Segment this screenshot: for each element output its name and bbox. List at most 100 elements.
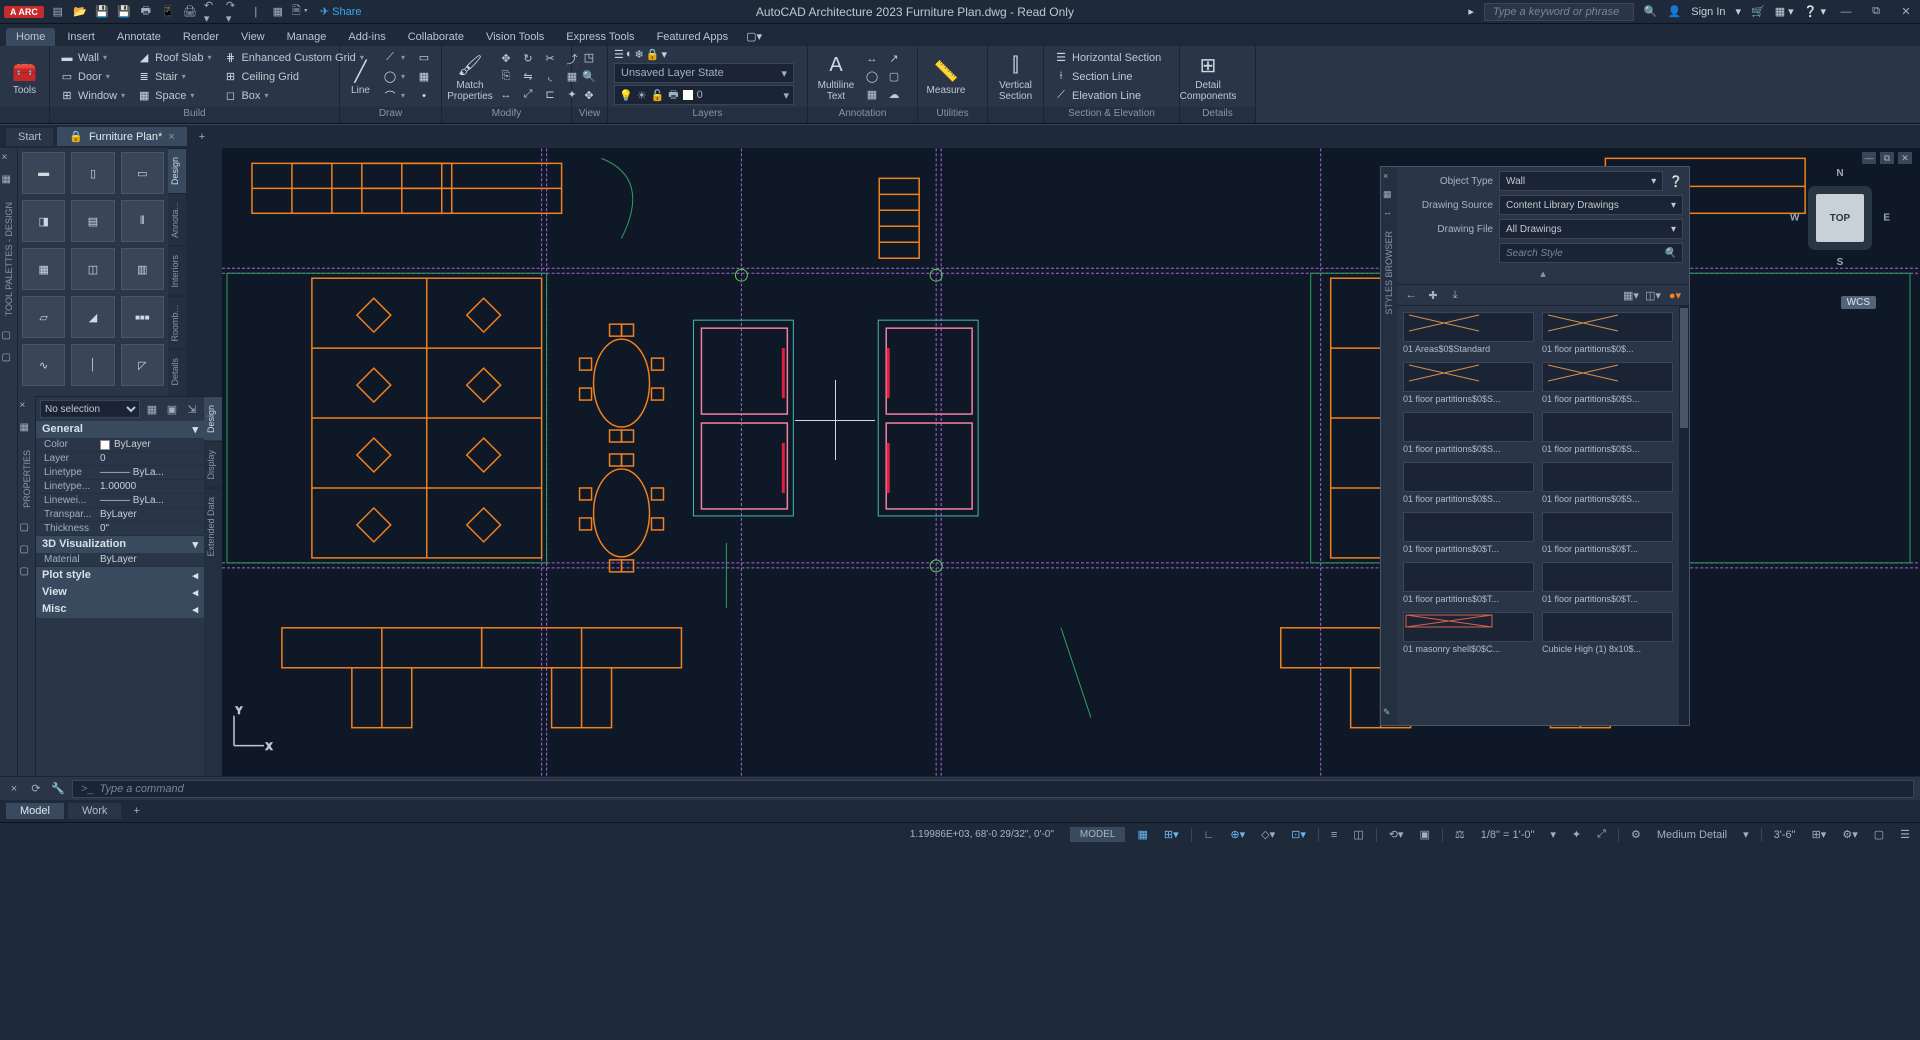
sb-arrow-icon[interactable]: ↔ — [1383, 207, 1395, 219]
sb-eyedrop-icon[interactable]: ✎ — [1383, 707, 1395, 719]
sb-grid-icon[interactable]: ▦▾ — [1623, 287, 1639, 303]
annovis-toggle[interactable]: ✦ — [1568, 826, 1585, 844]
table-button[interactable]: ▦ — [862, 87, 882, 103]
3dosnap-toggle[interactable]: ▣ — [1415, 826, 1433, 844]
scale-dd[interactable]: ▾ — [1546, 826, 1560, 844]
door-button[interactable]: ▭Door▾ — [56, 68, 129, 86]
drawing-canvas[interactable]: Y X × ▦ ↔ STYLES BROWSER ✎ Object Type — [222, 148, 1920, 776]
search-icon[interactable]: 🔍 — [1644, 5, 1658, 18]
sb-pin-icon[interactable]: ▦ — [1383, 189, 1395, 201]
plot-icon[interactable]: 🖶 — [138, 4, 154, 20]
pickadd-icon[interactable]: ⇲ — [184, 401, 200, 417]
props-tab-extdata[interactable]: Extended Data — [204, 488, 222, 565]
tab-insert[interactable]: Insert — [57, 28, 105, 46]
sb-scrollbar[interactable] — [1679, 306, 1689, 725]
props-icon-1[interactable]: ▢ — [20, 522, 34, 536]
prop-row[interactable]: Linewei...——— ByLa... — [36, 494, 204, 508]
help-icon[interactable]: ❔ ▾ — [1804, 5, 1826, 18]
new-icon[interactable]: ▤ — [50, 4, 66, 20]
detail-level[interactable]: Medium Detail — [1653, 826, 1731, 844]
roofslab-button[interactable]: ◢Roof Slab▾ — [133, 49, 215, 67]
offset-button[interactable]: ⊏ — [540, 87, 560, 103]
transparency-toggle[interactable]: ◫ — [1349, 826, 1367, 844]
quick-select-icon[interactable]: ▦ — [144, 401, 160, 417]
lineweight-toggle[interactable]: ≡ — [1327, 826, 1341, 844]
prop-row[interactable]: Layer0 — [36, 452, 204, 466]
layout-work[interactable]: Work — [68, 803, 121, 819]
cmd-history-icon[interactable]: ⟳ — [28, 781, 44, 797]
workspace-switch[interactable]: ⚙▾ — [1838, 826, 1861, 844]
palette-door2[interactable]: ◫ — [71, 248, 114, 290]
group-layers[interactable]: Layers — [608, 107, 807, 123]
tab-view[interactable]: View — [231, 28, 275, 46]
open-icon[interactable]: 📂 — [72, 4, 88, 20]
props-view[interactable]: View◂ — [36, 584, 204, 601]
palette-icon-2[interactable]: ▢ — [2, 352, 16, 366]
rect-button[interactable]: ▭ — [413, 49, 435, 67]
palette-window[interactable]: ▭ — [121, 152, 164, 194]
select-objects-icon[interactable]: ▣ — [164, 401, 180, 417]
style-item[interactable]: 01 floor partitions$0$T... — [1403, 512, 1534, 554]
prop-row[interactable]: Linetype...1.00000 — [36, 480, 204, 494]
tab-addins[interactable]: Add-ins — [338, 28, 395, 46]
polyline-button[interactable]: ⟋▾ — [379, 49, 409, 67]
palette-door[interactable]: ▯ — [71, 152, 114, 194]
sb-add-icon[interactable]: ✚ — [1425, 287, 1441, 303]
saveas-icon[interactable]: 💾 — [116, 4, 132, 20]
pal-max-icon[interactable]: ⧉ — [1880, 152, 1894, 164]
tab-home[interactable]: Home — [6, 28, 55, 46]
search-style-input[interactable]: Search Style🔍 — [1499, 243, 1683, 263]
stretch-button[interactable]: ↔ — [496, 87, 516, 103]
tab-expresstools[interactable]: Express Tools — [556, 28, 644, 46]
compass-e[interactable]: E — [1883, 213, 1890, 224]
print-icon[interactable]: 🖨 — [182, 4, 198, 20]
group-section[interactable]: Section & Elevation — [1044, 107, 1179, 123]
object-type-combo[interactable]: Wall▾ — [1499, 171, 1663, 191]
compass-s[interactable]: S — [1837, 257, 1844, 268]
leader-button[interactable]: ↗ — [884, 51, 904, 67]
compass-w[interactable]: W — [1790, 213, 1799, 224]
clean-screen[interactable]: ▢ — [1870, 826, 1888, 844]
tab-overflow-icon[interactable]: ▢▾ — [740, 27, 768, 46]
add-layout-button[interactable]: + — [125, 802, 147, 820]
fillet-button[interactable]: ◟ — [540, 69, 560, 85]
polar-toggle[interactable]: ⊕▾ — [1226, 826, 1249, 844]
compass-n[interactable]: N — [1836, 168, 1843, 179]
sheet-icon[interactable]: 🗎 ▾ — [292, 4, 308, 20]
props-tab-design[interactable]: Design — [204, 396, 222, 441]
elevationline-button[interactable]: ⟋Elevation Line — [1050, 87, 1165, 105]
maximize-icon[interactable]: ⧉ — [1866, 4, 1886, 20]
palette-icon-1[interactable]: ▢ — [2, 330, 16, 344]
style-item[interactable]: 01 floor partitions$0$... — [1542, 312, 1673, 354]
share-button[interactable]: ✈ Share — [320, 5, 362, 18]
style-item[interactable]: 01 floor partitions$0$S... — [1403, 412, 1534, 454]
ucs-button[interactable]: ◳ — [578, 49, 600, 67]
props-icon-2[interactable]: ▢ — [20, 544, 34, 558]
close-icon[interactable]: ✕ — [1896, 4, 1916, 20]
wcs-badge[interactable]: WCS — [1841, 296, 1876, 309]
layer-lock-button[interactable]: 🔒 — [646, 48, 660, 61]
props-general[interactable]: General▾ — [36, 421, 204, 438]
gear-icon[interactable]: ⚙ — [1627, 826, 1645, 844]
group-draw[interactable]: Draw — [340, 107, 441, 123]
palette-tab-roomb[interactable]: Roomb... — [168, 296, 186, 350]
help-sb-icon[interactable]: ❔ — [1669, 175, 1683, 188]
palette-brace[interactable]: ◸ — [121, 344, 164, 386]
tab-featuredapps[interactable]: Featured Apps — [647, 28, 739, 46]
prop-row[interactable]: Linetype——— ByLa... — [36, 466, 204, 480]
detail-dd[interactable]: ▾ — [1739, 826, 1753, 844]
tab-render[interactable]: Render — [173, 28, 229, 46]
layer-combo[interactable]: 💡☀🔓🖶0▾ — [614, 85, 794, 105]
palette-roof[interactable]: ◢ — [71, 296, 114, 338]
mtext-button[interactable]: AMultiline Text — [814, 49, 858, 105]
palette-tab-details[interactable]: Details — [168, 349, 186, 394]
space-button[interactable]: MODEL — [1070, 827, 1126, 842]
mirror-button[interactable]: ⇋ — [518, 69, 538, 85]
tools-button[interactable]: 🧰Tools — [6, 49, 43, 105]
palette-column[interactable]: ▥ — [121, 248, 164, 290]
cmd-close-icon[interactable]: × — [6, 781, 22, 797]
layout-model[interactable]: Model — [6, 803, 64, 819]
annoscale-toggle[interactable]: ⚖ — [1451, 826, 1469, 844]
pan-button[interactable]: ✥ — [578, 87, 600, 105]
user-icon[interactable]: 👤 — [1668, 5, 1682, 18]
